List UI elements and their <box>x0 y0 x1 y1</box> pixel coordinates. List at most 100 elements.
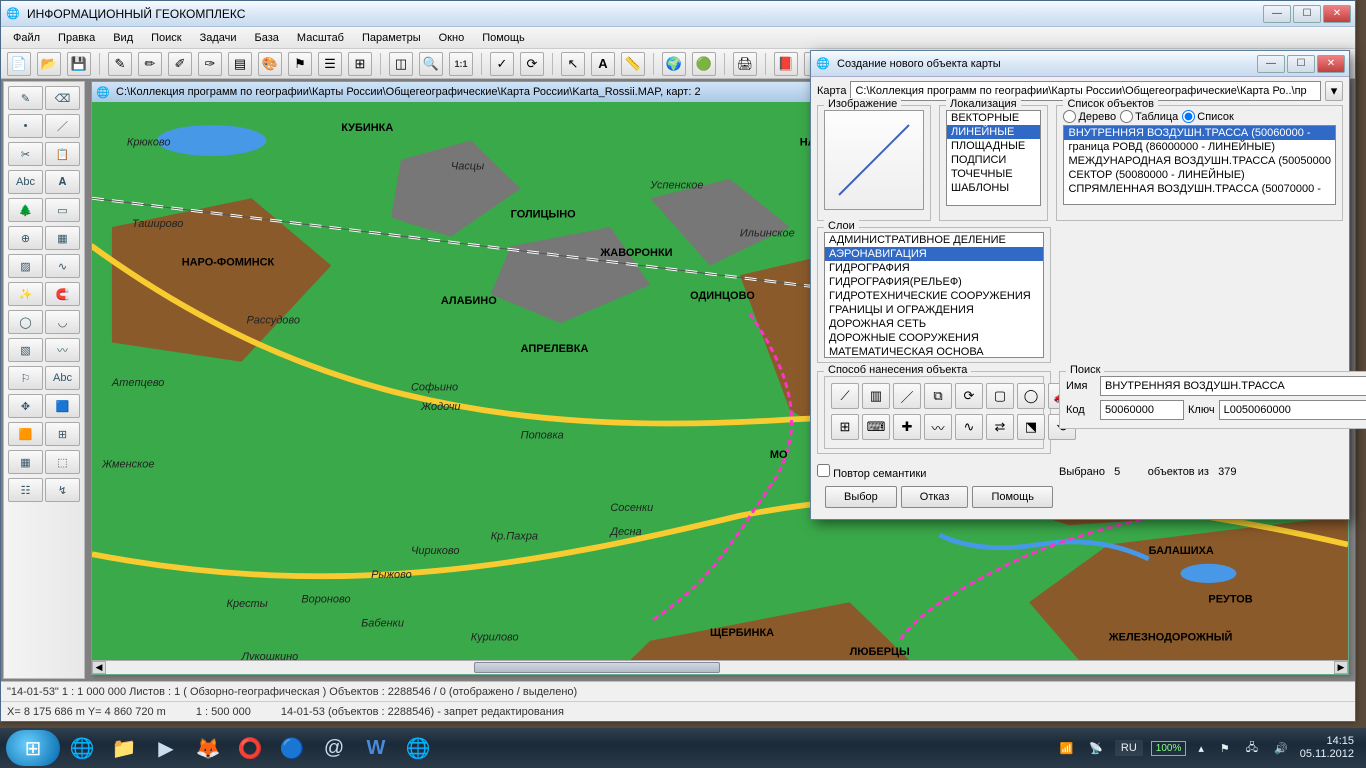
list-item[interactable]: ВНУТРЕННЯЯ ВОЗДУШН.ТРАССА (50060000 - <box>1064 126 1335 140</box>
st-grid2-icon[interactable]: ▦ <box>8 450 43 474</box>
st-eraser-icon[interactable]: ⌫ <box>45 86 80 110</box>
menu-file[interactable]: Файл <box>5 30 48 46</box>
key-input[interactable] <box>1219 400 1366 420</box>
st-walk-icon[interactable]: 〰 <box>45 338 80 362</box>
m-arr2-icon[interactable]: ⇄ <box>986 414 1014 440</box>
m-hatch-icon[interactable]: ▥ <box>862 383 890 409</box>
tb-color-icon[interactable]: 🟢 <box>692 52 716 76</box>
tray-net-icon[interactable]: 🖧 <box>1242 737 1262 760</box>
st-curve-icon[interactable]: ∿ <box>45 254 80 278</box>
tb-refresh-icon[interactable]: ⟳ <box>520 52 544 76</box>
list-item[interactable]: ГРАНИЦЫ И ОГРАЖДЕНИЯ <box>825 303 1043 317</box>
m-rot-icon[interactable]: ⟳ <box>955 383 983 409</box>
m-poly-icon[interactable]: ⟋ <box>831 383 859 409</box>
st-color1-icon[interactable]: 🟦 <box>45 394 80 418</box>
st-paste-icon[interactable]: 📋 <box>45 142 80 166</box>
tray-flag-icon[interactable]: ⚑ <box>1216 740 1234 757</box>
radio-list[interactable] <box>1182 110 1195 123</box>
list-item[interactable]: ГИДРОТЕХНИЧЕСКИЕ СООРУЖЕНИЯ <box>825 289 1043 303</box>
tb-opera-icon[interactable]: ⭕ <box>230 730 270 766</box>
m-wave-icon[interactable]: 〰 <box>924 414 952 440</box>
tb-marker2-icon[interactable]: ✏ <box>138 52 162 76</box>
m-key-icon[interactable]: ⌨ <box>862 414 890 440</box>
menu-params[interactable]: Параметры <box>354 30 429 46</box>
st-arc-icon[interactable]: ◡ <box>45 310 80 334</box>
m-cross-icon[interactable]: ✚ <box>893 414 921 440</box>
tb-globe-icon[interactable]: 🌍 <box>662 52 686 76</box>
st-rect-icon[interactable]: ▭ <box>45 198 80 222</box>
tb-book-icon[interactable]: 📕 <box>774 52 798 76</box>
st-net-icon[interactable]: ▨ <box>8 254 43 278</box>
list-item[interactable]: ГИДРОГРАФИЯ(РЕЛЬЕФ) <box>825 275 1043 289</box>
menu-base[interactable]: База <box>247 30 287 46</box>
list-item[interactable]: ВЕКТОРНЫЕ <box>947 111 1040 125</box>
st-grid1-icon[interactable]: ⊞ <box>45 422 80 446</box>
list-item[interactable]: ГИДРОГРАФИЯ <box>825 261 1043 275</box>
st-misc1-icon[interactable]: ⬚ <box>45 450 80 474</box>
tb-check-icon[interactable]: ✓ <box>490 52 514 76</box>
m-copy-icon[interactable]: ⧉ <box>924 383 952 409</box>
tb-flag-icon[interactable]: ⚑ <box>288 52 312 76</box>
m-sq-icon[interactable]: ▢ <box>986 383 1014 409</box>
tb-marker4-icon[interactable]: ✑ <box>198 52 222 76</box>
karta-dropdown-icon[interactable]: ▾ <box>1325 81 1343 101</box>
list-item[interactable]: СПРЯМЛЕННАЯ ВОЗДУШН.ТРАССА (50070000 - <box>1064 182 1335 196</box>
tb-marker1-icon[interactable]: ✎ <box>108 52 132 76</box>
st-flag-icon[interactable]: ⚐ <box>8 366 43 390</box>
st-line-icon[interactable]: ／ <box>45 114 80 138</box>
name-input[interactable] <box>1100 376 1366 396</box>
radio-tree[interactable] <box>1063 110 1076 123</box>
st-misc3-icon[interactable]: ↯ <box>45 478 80 502</box>
menu-edit[interactable]: Правка <box>50 30 103 46</box>
tb-media-icon[interactable]: ▶ <box>146 730 186 766</box>
layers-list[interactable]: АДМИНИСТРАТИВНОЕ ДЕЛЕНИЕАЭРОНАВИГАЦИЯГИД… <box>824 232 1044 358</box>
object-type-list[interactable]: ВНУТРЕННЯЯ ВОЗДУШН.ТРАССА (50060000 -гра… <box>1063 125 1336 205</box>
menu-tasks[interactable]: Задачи <box>192 30 245 46</box>
dlg-close-button[interactable]: ✕ <box>1317 55 1345 73</box>
st-abc-icon[interactable]: Abc <box>45 366 80 390</box>
tray-clock[interactable]: 14:15 05.11.2012 <box>1300 735 1360 761</box>
tray-wifi-icon[interactable]: 📡 <box>1085 740 1107 757</box>
m-line-icon[interactable]: ／ <box>893 383 921 409</box>
tb-grid-icon[interactable]: ⊞ <box>348 52 372 76</box>
m-curve-icon[interactable]: ∿ <box>955 414 983 440</box>
code-input[interactable] <box>1100 400 1184 420</box>
menu-window[interactable]: Окно <box>431 30 473 46</box>
choose-button[interactable]: Выбор <box>825 486 897 508</box>
close-button[interactable]: ✕ <box>1323 5 1351 23</box>
st-tree-icon[interactable]: 🌲 <box>8 198 43 222</box>
help-button[interactable]: Помощь <box>972 486 1053 508</box>
st-snap-icon[interactable]: ⊕ <box>8 226 43 250</box>
tb-scale11[interactable]: 1:1 <box>449 52 473 76</box>
list-item[interactable]: АЭРОНАВИГАЦИЯ <box>825 247 1043 261</box>
tb-list-icon[interactable]: ☰ <box>318 52 342 76</box>
tb-open-icon[interactable]: 📂 <box>37 52 61 76</box>
tray-chevron-icon[interactable]: ▴ <box>1194 740 1208 757</box>
st-label-icon[interactable]: Abc <box>8 170 43 194</box>
st-point-icon[interactable]: • <box>8 114 43 138</box>
tb-chrome-icon[interactable]: 🔵 <box>272 730 312 766</box>
list-item[interactable]: граница РОВД (86000000 - ЛИНЕЙНЫЕ) <box>1064 140 1335 154</box>
tb-mail-icon[interactable]: @ <box>314 730 354 766</box>
minimize-button[interactable]: — <box>1263 5 1291 23</box>
st-table-icon[interactable]: ▦ <box>45 226 80 250</box>
st-edit-icon[interactable]: ✎ <box>8 86 43 110</box>
st-color2-icon[interactable]: 🟧 <box>8 422 43 446</box>
st-font-icon[interactable]: 𝐀 <box>45 170 80 194</box>
tb-selectrect-icon[interactable]: ◫ <box>389 52 413 76</box>
menu-search[interactable]: Поиск <box>143 30 189 46</box>
start-button[interactable]: ⊞ <box>6 730 60 766</box>
scroll-right-icon[interactable]: ▶ <box>1334 661 1348 674</box>
m-circ-icon[interactable]: ◯ <box>1017 383 1045 409</box>
map-hscrollbar[interactable]: ◀ ▶ <box>92 660 1348 674</box>
m-grid-icon[interactable]: ⊞ <box>831 414 859 440</box>
st-wand-icon[interactable]: ✨ <box>8 282 43 306</box>
list-item[interactable]: ДОРОЖНЫЕ СООРУЖЕНИЯ <box>825 331 1043 345</box>
st-sel-icon[interactable]: ▧ <box>8 338 43 362</box>
st-move-icon[interactable]: ✥ <box>8 394 43 418</box>
scroll-thumb[interactable] <box>474 662 720 673</box>
list-item[interactable]: СЕКТОР (50080000 - ЛИНЕЙНЫЕ) <box>1064 168 1335 182</box>
list-item[interactable]: МЕЖДУНАРОДНАЯ ВОЗДУШН.ТРАССА (50050000 <box>1064 154 1335 168</box>
tb-text-icon[interactable]: A <box>591 52 615 76</box>
scroll-track[interactable] <box>106 661 1334 674</box>
